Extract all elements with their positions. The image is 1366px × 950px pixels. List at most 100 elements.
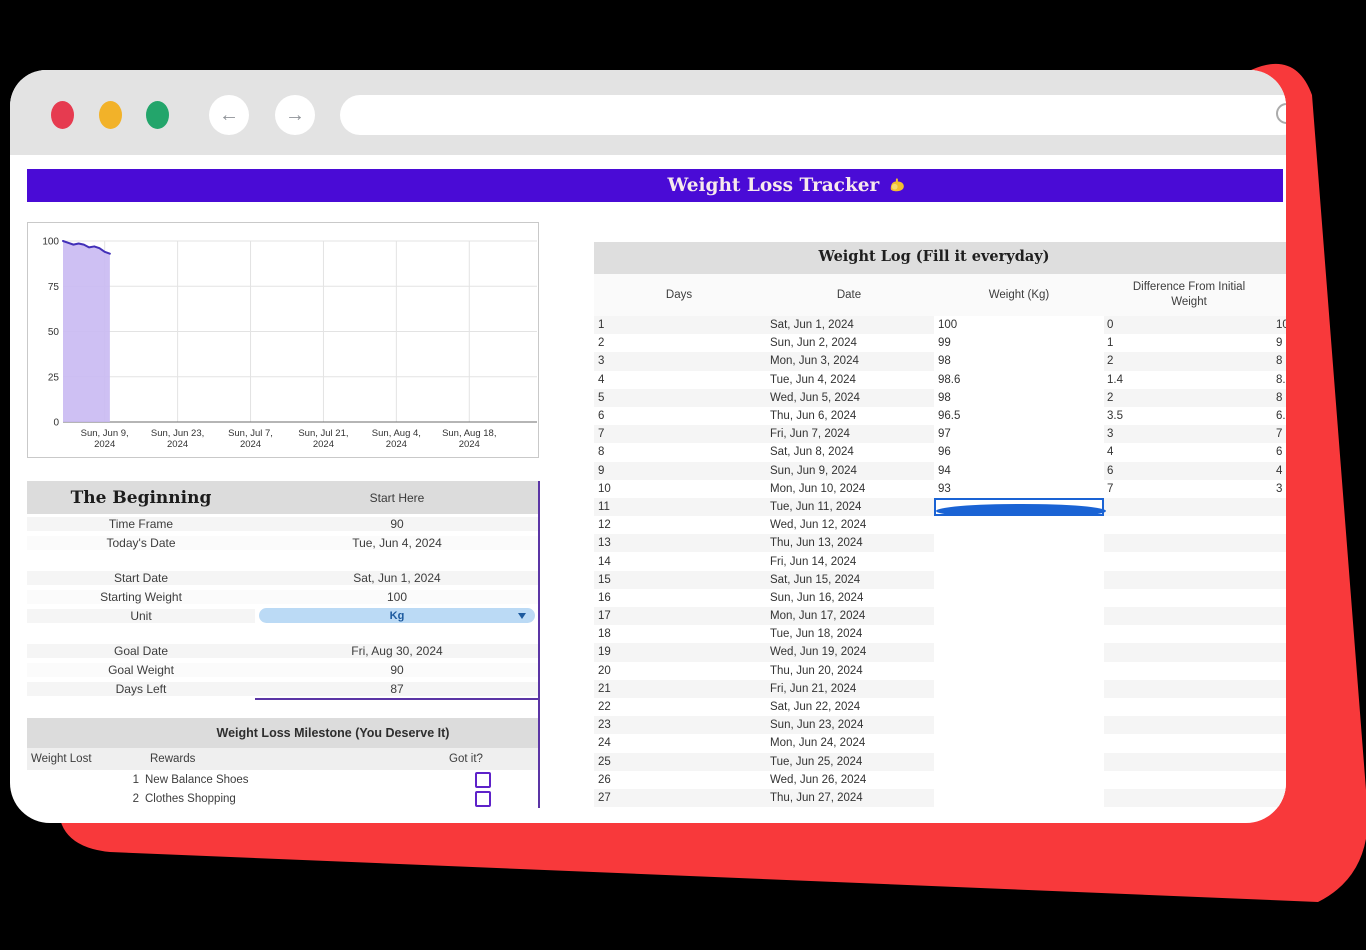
cell-weight[interactable] (934, 698, 1104, 716)
cell-weight[interactable] (934, 552, 1104, 570)
beginning-value-cell[interactable]: 87 (255, 682, 539, 696)
cell-date[interactable]: Fri, Jun 14, 2024 (764, 552, 934, 570)
cell-extra[interactable] (1274, 680, 1286, 698)
cell-date[interactable]: Tue, Jun 4, 2024 (764, 371, 934, 389)
cell-date[interactable]: Thu, Jun 20, 2024 (764, 662, 934, 680)
cell-difference[interactable] (1104, 498, 1274, 516)
cell-difference[interactable] (1104, 698, 1274, 716)
cell-difference[interactable]: 2 (1104, 389, 1274, 407)
cell-extra[interactable] (1274, 698, 1286, 716)
cell-difference[interactable]: 3.5 (1104, 407, 1274, 425)
cell-date[interactable]: Thu, Jun 6, 2024 (764, 407, 934, 425)
cell-date[interactable]: Wed, Jun 12, 2024 (764, 516, 934, 534)
cell-weight[interactable] (934, 680, 1104, 698)
cell-day[interactable]: 12 (594, 516, 764, 534)
cell-day[interactable]: 19 (594, 643, 764, 661)
back-button[interactable]: ← (209, 95, 249, 135)
cell-date[interactable]: Thu, Jun 27, 2024 (764, 789, 934, 807)
cell-weight[interactable] (934, 589, 1104, 607)
beginning-value-cell[interactable]: Kg (255, 608, 539, 623)
cell-date[interactable]: Sun, Jun 2, 2024 (764, 334, 934, 352)
cell-difference[interactable] (1104, 516, 1274, 534)
cell-day[interactable]: 16 (594, 589, 764, 607)
cell-date[interactable]: Sun, Jun 16, 2024 (764, 589, 934, 607)
cell-date[interactable]: Sat, Jun 1, 2024 (764, 316, 934, 334)
cell-difference[interactable]: 3 (1104, 425, 1274, 443)
cell-difference[interactable] (1104, 589, 1274, 607)
cell-difference[interactable] (1104, 771, 1274, 789)
cell-difference[interactable]: 7 (1104, 480, 1274, 498)
cell-date[interactable]: Fri, Jun 21, 2024 (764, 680, 934, 698)
cell-day[interactable]: 5 (594, 389, 764, 407)
cell-day[interactable]: 24 (594, 734, 764, 752)
cell-day[interactable]: 7 (594, 425, 764, 443)
cell-weight[interactable] (934, 753, 1104, 771)
cell-extra[interactable] (1274, 552, 1286, 570)
cell-difference[interactable] (1104, 643, 1274, 661)
cell-extra[interactable]: 6 (1274, 443, 1286, 461)
forward-button[interactable]: → (275, 95, 315, 135)
cell-date[interactable]: Mon, Jun 17, 2024 (764, 607, 934, 625)
beginning-value-cell[interactable]: Sat, Jun 1, 2024 (255, 571, 539, 585)
cell-weight[interactable] (934, 625, 1104, 643)
cell-difference[interactable] (1104, 789, 1274, 807)
cell-extra[interactable]: 4 (1274, 462, 1286, 480)
cell-extra[interactable] (1274, 662, 1286, 680)
cell-difference[interactable]: 1 (1104, 334, 1274, 352)
cell-date[interactable]: Fri, Jun 7, 2024 (764, 425, 934, 443)
cell-weight[interactable] (934, 498, 1104, 516)
cell-day[interactable]: 10 (594, 480, 764, 498)
cell-date[interactable]: Sun, Jun 9, 2024 (764, 462, 934, 480)
cell-date[interactable]: Thu, Jun 13, 2024 (764, 534, 934, 552)
cell-weight[interactable]: 100 (934, 316, 1104, 334)
cell-extra[interactable] (1274, 771, 1286, 789)
cell-weight[interactable]: 94 (934, 462, 1104, 480)
cell-extra[interactable] (1274, 734, 1286, 752)
cell-day[interactable]: 8 (594, 443, 764, 461)
cell-extra[interactable] (1274, 589, 1286, 607)
cell-difference[interactable] (1104, 552, 1274, 570)
cell-date[interactable]: Tue, Jun 18, 2024 (764, 625, 934, 643)
cell-day[interactable]: 21 (594, 680, 764, 698)
got-it-checkbox[interactable] (475, 791, 491, 807)
cell-extra[interactable] (1274, 625, 1286, 643)
cell-day[interactable]: 6 (594, 407, 764, 425)
traffic-light-zoom[interactable] (146, 101, 169, 129)
unit-dropdown[interactable]: Kg (259, 608, 535, 623)
cell-difference[interactable] (1104, 625, 1274, 643)
cell-extra[interactable]: 8.6 (1274, 371, 1286, 389)
cell-day[interactable]: 3 (594, 352, 764, 370)
cell-weight[interactable] (934, 789, 1104, 807)
cell-date[interactable]: Tue, Jun 11, 2024 (764, 498, 934, 516)
cell-day[interactable]: 1 (594, 316, 764, 334)
cell-difference[interactable]: 0 (1104, 316, 1274, 334)
cell-date[interactable]: Sat, Jun 15, 2024 (764, 571, 934, 589)
cell-difference[interactable] (1104, 716, 1274, 734)
cell-difference[interactable] (1104, 734, 1274, 752)
cell-difference[interactable]: 4 (1104, 443, 1274, 461)
cell-extra[interactable] (1274, 498, 1286, 516)
cell-date[interactable]: Wed, Jun 26, 2024 (764, 771, 934, 789)
weight-chart-card[interactable]: 0255075100Sun, Jun 9,2024Sun, Jun 23,202… (27, 222, 539, 458)
cell-weight[interactable]: 93 (934, 480, 1104, 498)
cell-weight[interactable]: 98.6 (934, 371, 1104, 389)
cell-date[interactable]: Sat, Jun 22, 2024 (764, 698, 934, 716)
cell-weight[interactable] (934, 607, 1104, 625)
cell-day[interactable]: 17 (594, 607, 764, 625)
cell-date[interactable]: Mon, Jun 10, 2024 (764, 480, 934, 498)
cell-date[interactable]: Wed, Jun 5, 2024 (764, 389, 934, 407)
cell-difference[interactable] (1104, 607, 1274, 625)
cell-date[interactable]: Tue, Jun 25, 2024 (764, 753, 934, 771)
cell-difference[interactable] (1104, 753, 1274, 771)
cell-extra[interactable] (1274, 534, 1286, 552)
cell-date[interactable]: Mon, Jun 24, 2024 (764, 734, 934, 752)
cell-day[interactable]: 11 (594, 498, 764, 516)
cell-extra[interactable] (1274, 789, 1286, 807)
traffic-light-close[interactable] (51, 101, 74, 129)
beginning-value-cell[interactable]: Tue, Jun 4, 2024 (255, 536, 539, 550)
cell-extra[interactable]: 9 (1274, 334, 1286, 352)
cell-day[interactable]: 26 (594, 771, 764, 789)
cell-day[interactable]: 13 (594, 534, 764, 552)
cell-weight[interactable]: 96 (934, 443, 1104, 461)
cell-weight[interactable]: 98 (934, 389, 1104, 407)
